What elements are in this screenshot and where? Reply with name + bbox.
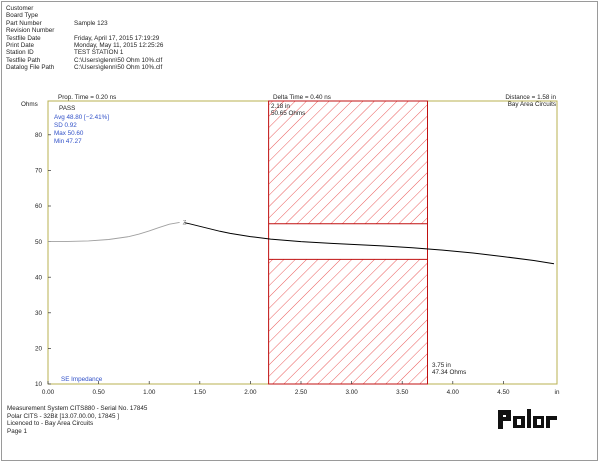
x-tick-label: 0.00 bbox=[42, 389, 55, 396]
stat-max: Max 50.60 bbox=[54, 130, 84, 137]
lower-limit-zone bbox=[268, 259, 428, 384]
x-tick-label: 2.00 bbox=[244, 389, 257, 396]
report-footer: Measurement System CITS880 - Serial No. … bbox=[7, 405, 147, 435]
trace-annotation: Z bbox=[183, 221, 187, 227]
x-tick-label: 2.50 bbox=[295, 389, 308, 396]
y-tick-label: 70 bbox=[35, 168, 43, 175]
right-cursor-value: 47.34 Ohms bbox=[432, 369, 466, 376]
x-tick-label: 0.50 bbox=[92, 389, 105, 396]
x-tick-label: 1.00 bbox=[143, 389, 156, 396]
y-tick-label: 80 bbox=[35, 132, 43, 139]
delta-time-label: Delta Time = 0.40 ns bbox=[273, 94, 331, 101]
x-tick-label: 4.00 bbox=[447, 389, 460, 396]
pass-status: PASS bbox=[59, 105, 75, 112]
y-tick-label: 20 bbox=[35, 346, 43, 353]
stat-min: Min 47.27 bbox=[54, 138, 82, 145]
prop-time-label: Prop. Time = 0.20 ns bbox=[58, 94, 116, 101]
footer-page-number: Page 1 bbox=[7, 427, 27, 435]
impedance-trace bbox=[184, 222, 555, 265]
footer-software-version: Polar CITS - 32Bit [13.07.00.00, 17845 ] bbox=[7, 412, 120, 420]
distance-label: Distance = 1.58 in bbox=[505, 94, 556, 101]
x-axis-unit-label: in bbox=[555, 389, 560, 396]
upper-limit-zone bbox=[268, 101, 428, 224]
y-tick-label: 50 bbox=[35, 239, 43, 246]
footer-licence: Licenced to - Bay Area Circuits bbox=[7, 420, 94, 428]
left-cursor-value: 50.65 Ohms bbox=[271, 110, 305, 117]
left-cursor-position: 2.18 in bbox=[271, 103, 290, 110]
x-tick-label: 3.00 bbox=[345, 389, 358, 396]
y-tick-label: 10 bbox=[35, 381, 43, 388]
y-tick-label: 30 bbox=[35, 310, 43, 317]
y-tick-label: 60 bbox=[35, 203, 43, 210]
x-tick-label: 1.50 bbox=[194, 389, 207, 396]
x-tick-label: 3.50 bbox=[396, 389, 409, 396]
stat-avg: Avg 48.80 [−2.41%] bbox=[54, 114, 109, 121]
impedance-chart: Prop. Time = 0.20 ns Delta Time = 0.40 n… bbox=[21, 94, 560, 396]
y-tick-label: 40 bbox=[35, 274, 43, 281]
legend-se-impedance: SE Impedance bbox=[61, 376, 103, 383]
stat-sd: SD 0.92 bbox=[54, 122, 77, 129]
x-tick-label: 4.50 bbox=[497, 389, 510, 396]
right-cursor-position: 3.75 in bbox=[432, 362, 451, 369]
y-axis-unit-label: Ohms bbox=[21, 101, 38, 108]
footer-measurement-system: Measurement System CITS880 - Serial No. … bbox=[7, 405, 148, 412]
company-label: Bay Area Circuits bbox=[508, 101, 556, 108]
impedance-trace-pre bbox=[47, 221, 180, 243]
polar-logo bbox=[498, 409, 557, 429]
